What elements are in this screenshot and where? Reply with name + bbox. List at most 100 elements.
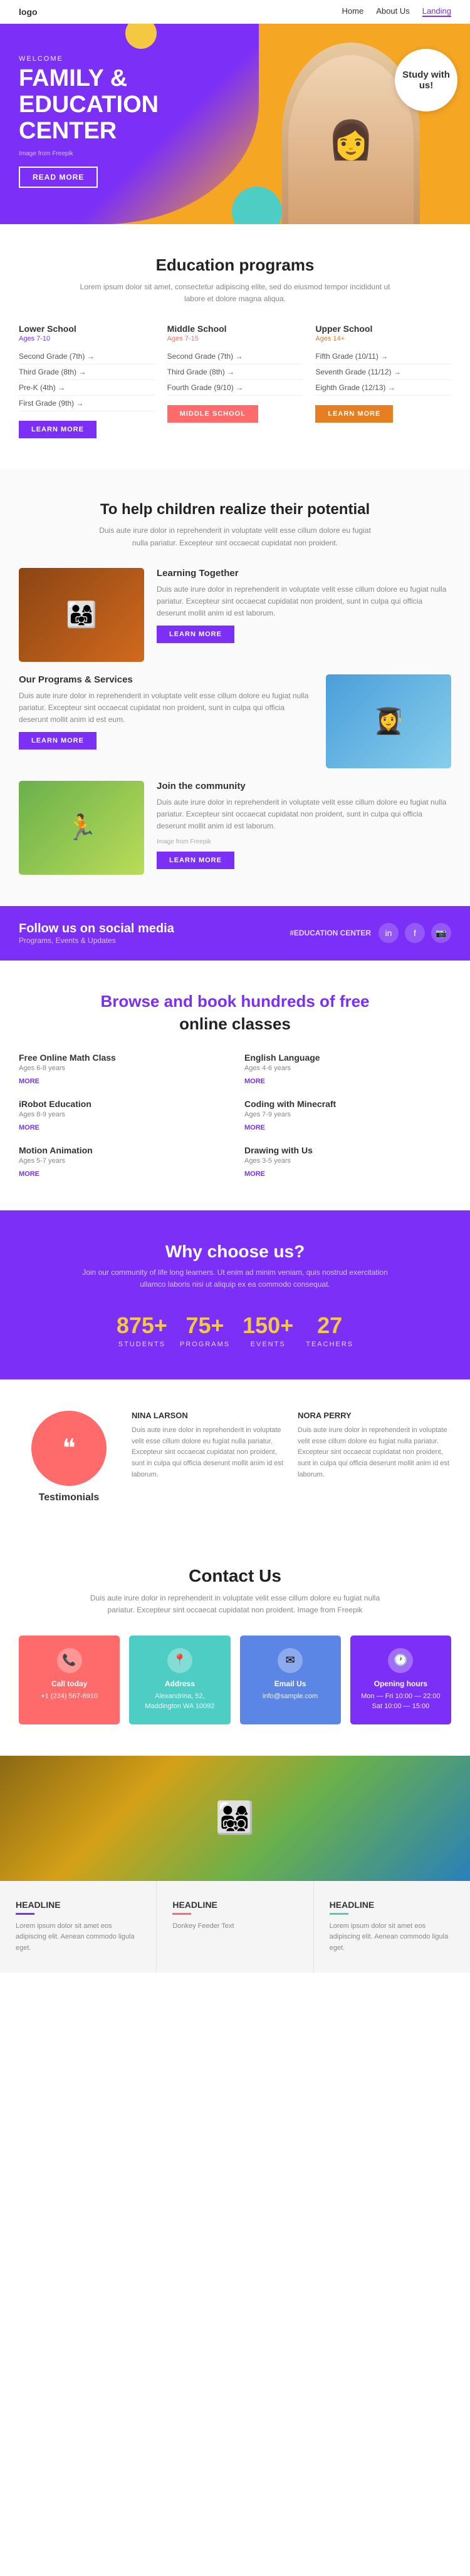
stat-students-number: 875+ xyxy=(117,1312,167,1339)
program-middle-button[interactable]: MIDDLE SCHOOL xyxy=(167,405,258,423)
class-item-math: Free Online Math Class Ages 6-8 years MO… xyxy=(19,1053,226,1086)
class-irobot-more[interactable]: MORE xyxy=(19,1124,39,1131)
facebook-icon-button[interactable]: f xyxy=(405,923,425,943)
class-coding-more[interactable]: MORE xyxy=(244,1124,265,1131)
nav-landing[interactable]: Landing xyxy=(422,6,451,17)
class-motion-more[interactable]: MORE xyxy=(19,1170,39,1178)
potential-image-2: 👩‍🎓 xyxy=(326,674,451,768)
learning-together-title: Learning Together xyxy=(157,568,451,579)
stat-programs: 75+ PROGRAMS xyxy=(180,1312,230,1348)
class-drawing-more[interactable]: MORE xyxy=(244,1170,265,1178)
program-upper-item-1: Fifth Grade (10/11) → xyxy=(315,349,451,364)
class-english-title: English Language xyxy=(244,1053,451,1063)
class-item-english: English Language Ages 4-6 years MORE xyxy=(244,1053,451,1086)
program-upper-school: Upper School Ages 14+ Fifth Grade (10/11… xyxy=(315,324,451,438)
social-icons: in f 📷 xyxy=(379,923,451,943)
program-upper-title: Upper School xyxy=(315,324,451,334)
potential-image-1: 👨‍👩‍👧 xyxy=(19,568,144,662)
potential-section: To help children realize their potential… xyxy=(0,470,470,905)
contact-section: Contact Us Duis aute irure dolor in repr… xyxy=(0,1535,470,1755)
testimonial-nina-name: NINA LARSON xyxy=(132,1411,285,1420)
program-lower-item-1: Second Grade (7th) → xyxy=(19,349,155,364)
classes-grid: Free Online Math Class Ages 6-8 years MO… xyxy=(19,1053,451,1179)
potential-grid: 👨‍👩‍👧 Learning Together Duis aute irure … xyxy=(19,568,451,875)
hero-circle-teal xyxy=(232,187,282,224)
program-middle-age: Ages 7-15 xyxy=(167,335,303,343)
nav-home[interactable]: Home xyxy=(342,6,364,17)
why-title: Why choose us? xyxy=(19,1242,451,1262)
linkedin-icon-button[interactable]: in xyxy=(379,923,399,943)
stats-grid: 875+ STUDENTS 75+ PROGRAMS 150+ EVENTS 2… xyxy=(19,1312,451,1348)
program-upper-age: Ages 14+ xyxy=(315,335,451,343)
learning-together-text: Learning Together Duis aute irure dolor … xyxy=(157,568,451,644)
program-middle-item-3: Fourth Grade (9/10) → xyxy=(167,380,303,396)
learning-together-button[interactable]: LEARN MORE xyxy=(157,626,234,643)
program-lower-school: Lower School Ages 7-10 Second Grade (7th… xyxy=(19,324,155,438)
testimonial-nina-body: Duis aute irure dolor in reprehenderit i… xyxy=(132,1425,285,1480)
class-item-drawing: Drawing with Us Ages 3-5 years MORE xyxy=(244,1145,451,1179)
potential-title: To help children realize their potential xyxy=(19,501,451,518)
bottom-photo-inner: 👨‍👩‍👧‍👦 xyxy=(0,1756,470,1881)
navigation: logo Home About Us Landing xyxy=(0,0,470,24)
contact-phone-info: +1 (234) 567-8910 xyxy=(28,1691,110,1702)
join-community-button[interactable]: LEARN MORE xyxy=(157,852,234,869)
footer-body-2: Donkey Feeder Text xyxy=(172,1921,297,1932)
address-icon: 📍 xyxy=(167,1648,192,1673)
programs-services-title: Our Programs & Services xyxy=(19,674,313,685)
education-programs-section: Education programs Lorem ipsum dolor sit… xyxy=(0,224,470,470)
program-lower-title: Lower School xyxy=(19,324,155,334)
potential-row-2: Our Programs & Services Duis aute irure … xyxy=(19,674,451,768)
footer-col-3: HEADLINE Lorem ipsum dolor sit amet eos … xyxy=(314,1881,470,1973)
class-motion-age: Ages 5-7 years xyxy=(19,1157,226,1165)
join-community-body: Duis aute irure dolor in reprehenderit i… xyxy=(157,796,451,833)
social-bar-right: #EDUCATION CENTER in f 📷 xyxy=(290,923,451,943)
contact-hours-title: Opening hours xyxy=(360,1679,442,1688)
stat-students: 875+ STUDENTS xyxy=(117,1312,167,1348)
contact-grid: 📞 Call today +1 (234) 567-8910 📍 Address… xyxy=(19,1636,451,1724)
program-middle-title: Middle School xyxy=(167,324,303,334)
browse-subtitle: online classes xyxy=(19,1014,451,1034)
bottom-photo: 👨‍👩‍👧‍👦 xyxy=(0,1756,470,1881)
instagram-icon-button[interactable]: 📷 xyxy=(431,923,451,943)
contact-subtitle: Duis aute irure dolor in reprehenderit i… xyxy=(85,1592,385,1616)
class-irobot-title: iRobot Education xyxy=(19,1099,226,1109)
programs-services-text: Our Programs & Services Duis aute irure … xyxy=(19,674,313,750)
contact-phone-title: Call today xyxy=(28,1679,110,1688)
testimonial-nina: NINA LARSON Duis aute irure dolor in rep… xyxy=(132,1411,285,1480)
education-programs-title: Education programs xyxy=(19,255,451,275)
class-item-irobot: iRobot Education Ages 8-9 years MORE xyxy=(19,1099,226,1133)
join-community-credit: Image from Freepik xyxy=(157,838,451,845)
hero-read-more-button[interactable]: READ MORE xyxy=(19,167,98,188)
program-upper-button[interactable]: LEARN MORE xyxy=(315,405,393,423)
programs-services-button[interactable]: LEARN MORE xyxy=(19,732,97,750)
contact-hours-info: Mon — Fri 10:00 — 22:00 Sat 10:00 — 15:0… xyxy=(360,1691,442,1712)
program-upper-item-3: Eighth Grade (12/13) → xyxy=(315,380,451,396)
footer-body-3: Lorem ipsum dolor sit amet eos adipiscin… xyxy=(330,1921,454,1954)
program-middle-item-1: Second Grade (7th) → xyxy=(167,349,303,364)
stat-teachers: 27 TEACHERS xyxy=(306,1312,353,1348)
testimonials-section: ❝ Testimonials NINA LARSON Duis aute iru… xyxy=(0,1379,470,1535)
contact-card-hours: 🕐 Opening hours Mon — Fri 10:00 — 22:00 … xyxy=(350,1636,451,1724)
footer-accent-2 xyxy=(172,1913,191,1915)
social-bar-left: Follow us on social media Programs, Even… xyxy=(19,922,174,945)
testimonial-nora-name: NORA PERRY xyxy=(298,1411,451,1420)
social-media-bar: Follow us on social media Programs, Even… xyxy=(0,906,470,961)
class-english-more[interactable]: MORE xyxy=(244,1078,265,1085)
instagram-icon: 📷 xyxy=(436,928,446,939)
class-math-title: Free Online Math Class xyxy=(19,1053,226,1063)
hero-image-credit: Image from Freepik xyxy=(19,150,159,157)
program-lower-button[interactable]: LEARN MORE xyxy=(19,421,97,438)
contact-card-email: ✉ Email Us info@sample.com xyxy=(240,1636,341,1724)
program-lower-item-3: Pre-K (4th) → xyxy=(19,380,155,396)
contact-title: Contact Us xyxy=(19,1566,451,1586)
footer-headlines: HEADLINE Lorem ipsum dolor sit amet eos … xyxy=(0,1881,470,1973)
social-bar-title: Follow us on social media xyxy=(19,922,174,936)
why-subtitle: Join our community of life long learners… xyxy=(78,1267,392,1291)
testimonial-nora: NORA PERRY Duis aute irure dolor in repr… xyxy=(298,1411,451,1480)
class-coding-title: Coding with Minecraft xyxy=(244,1099,451,1109)
program-lower-item-2: Third Grade (8th) → xyxy=(19,364,155,380)
class-math-more[interactable]: MORE xyxy=(19,1078,39,1085)
potential-image-3: 🏃 xyxy=(19,781,144,875)
nav-about[interactable]: About Us xyxy=(376,6,409,17)
children-image-3: 🏃 xyxy=(19,781,144,875)
